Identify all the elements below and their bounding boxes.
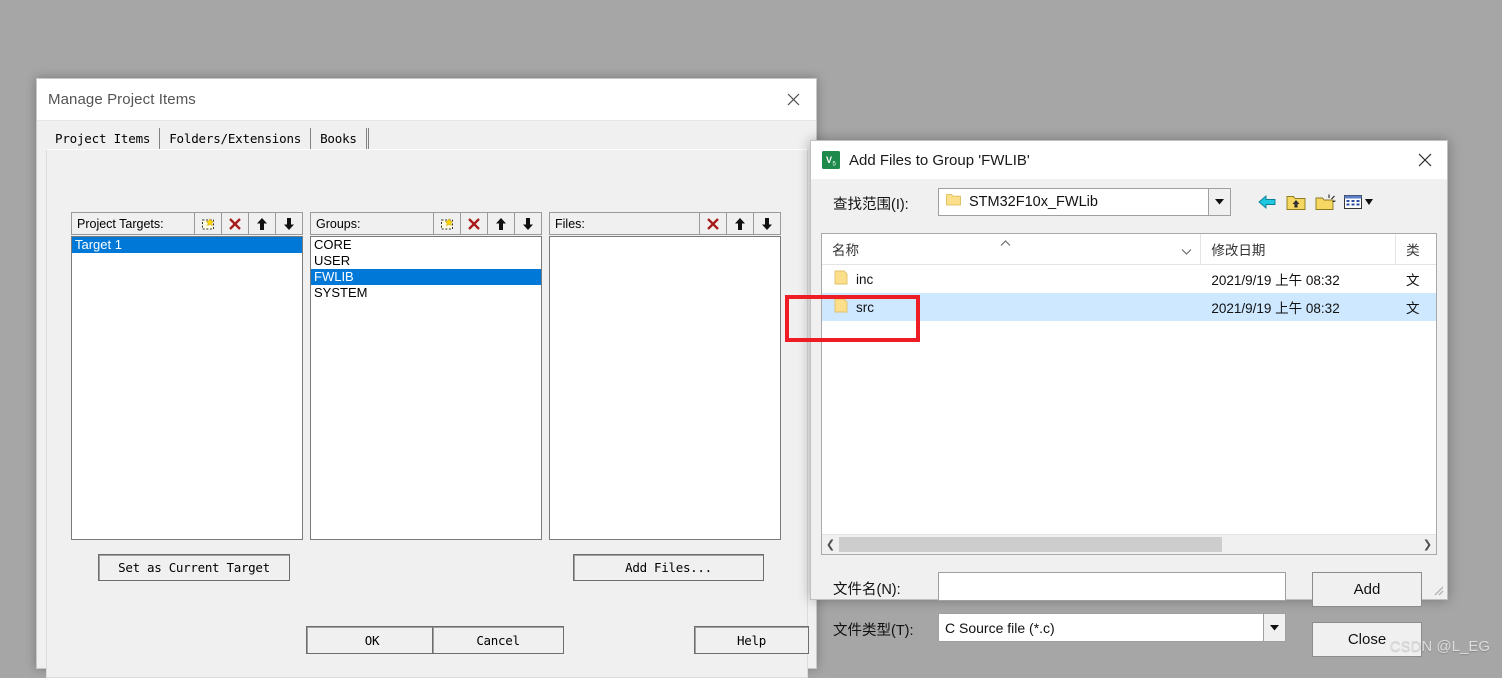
list-item[interactable]: CORE bbox=[311, 237, 541, 253]
resize-grip-icon[interactable] bbox=[1431, 583, 1444, 596]
file-name-label: 文件名(N): bbox=[833, 582, 901, 598]
delete-icon[interactable] bbox=[460, 213, 487, 234]
ok-button[interactable]: OK bbox=[306, 626, 438, 654]
set-as-current-target-button[interactable]: Set as Current Target bbox=[98, 554, 290, 581]
project-targets-column: Project Targets: Target 1 bbox=[71, 212, 303, 540]
add-files-dialog-title: Add Files to Group 'FWLIB' bbox=[849, 151, 1030, 169]
up-folder-icon[interactable] bbox=[1283, 189, 1309, 215]
new-item-icon[interactable] bbox=[194, 213, 221, 234]
add-files-button[interactable]: Add Files... bbox=[573, 554, 764, 581]
files-label: Files: bbox=[555, 216, 585, 231]
file-type-cell: 文 bbox=[1406, 273, 1420, 288]
chevron-down-icon[interactable] bbox=[1181, 243, 1192, 258]
project-targets-label: Project Targets: bbox=[77, 216, 164, 231]
svg-text:V: V bbox=[826, 155, 832, 165]
tab-bar: Project Items Folders/Extensions Books bbox=[46, 127, 369, 150]
new-item-icon[interactable] bbox=[433, 213, 460, 234]
dialog-button-bar: OK Cancel Help bbox=[37, 613, 816, 668]
file-type-value: C Source file (*.c) bbox=[945, 619, 1055, 636]
list-item[interactable]: Target 1 bbox=[72, 237, 302, 253]
chevron-right-icon[interactable]: ❯ bbox=[1419, 538, 1436, 551]
add-files-dialog: V 5 Add Files to Group 'FWLIB' 查找范围(I): … bbox=[810, 140, 1448, 657]
column-header-type[interactable]: 类 bbox=[1396, 234, 1436, 264]
column-header-modified-label: 修改日期 bbox=[1211, 243, 1266, 258]
view-mode-icon[interactable] bbox=[1342, 189, 1376, 215]
groups-column: Groups: CORE USER FWLIB SYSTEM bbox=[310, 212, 542, 540]
project-targets-listbox[interactable]: Target 1 bbox=[71, 236, 303, 540]
horizontal-scrollbar[interactable]: ❮ ❯ bbox=[822, 534, 1436, 554]
scrollbar-track[interactable] bbox=[839, 536, 1419, 553]
files-column: Files: bbox=[549, 212, 781, 540]
tab-endcap bbox=[367, 128, 369, 150]
look-in-row: 查找范围(I): STM32F10x_FWLib bbox=[811, 179, 1447, 227]
file-name-cell: inc bbox=[822, 270, 1201, 288]
move-up-icon[interactable] bbox=[248, 213, 275, 234]
files-header: Files: bbox=[549, 212, 781, 235]
keil-uvision-icon: V 5 bbox=[822, 151, 840, 169]
file-name-input[interactable] bbox=[938, 572, 1286, 601]
list-item[interactable]: FWLIB bbox=[311, 269, 541, 285]
groups-listbox[interactable]: CORE USER FWLIB SYSTEM bbox=[310, 236, 542, 540]
folder-icon bbox=[946, 193, 961, 211]
scrollbar-thumb[interactable] bbox=[839, 537, 1222, 552]
add-button[interactable]: Add bbox=[1312, 572, 1422, 607]
sort-ascending-icon bbox=[1000, 235, 1011, 250]
list-item[interactable]: USER bbox=[311, 253, 541, 269]
help-button[interactable]: Help bbox=[694, 626, 809, 654]
column-header-name-label: 名称 bbox=[832, 243, 859, 258]
project-items-panel: Project Targets: Target 1 Groups: CORE U… bbox=[46, 149, 808, 678]
tab-books[interactable]: Books bbox=[311, 128, 367, 150]
file-modified-cell: 2021/9/19 上午 08:32 bbox=[1211, 273, 1340, 288]
add-files-titlebar: V 5 Add Files to Group 'FWLIB' bbox=[811, 141, 1447, 179]
column-header-type-label: 类 bbox=[1406, 243, 1420, 258]
file-name-label: inc bbox=[856, 271, 874, 287]
project-targets-header: Project Targets: bbox=[71, 212, 303, 235]
folder-icon bbox=[834, 270, 848, 288]
delete-icon[interactable] bbox=[699, 213, 726, 234]
move-down-icon[interactable] bbox=[514, 213, 541, 234]
look-in-combobox[interactable]: STM32F10x_FWLib bbox=[938, 188, 1231, 216]
chevron-down-icon[interactable] bbox=[1263, 614, 1285, 641]
src-row-red-box bbox=[785, 295, 920, 342]
move-down-icon[interactable] bbox=[275, 213, 302, 234]
new-folder-icon[interactable] bbox=[1312, 189, 1338, 215]
look-in-value: STM32F10x_FWLib bbox=[969, 194, 1098, 210]
delete-icon[interactable] bbox=[221, 213, 248, 234]
close-icon[interactable] bbox=[1402, 141, 1447, 178]
column-header-modified[interactable]: 修改日期 bbox=[1201, 234, 1397, 264]
groups-label: Groups: bbox=[316, 216, 361, 231]
look-in-label: 查找范围(I): bbox=[833, 197, 909, 213]
list-item[interactable]: SYSTEM bbox=[311, 285, 541, 301]
file-modified-cell: 2021/9/19 上午 08:32 bbox=[1211, 301, 1340, 316]
cancel-button[interactable]: Cancel bbox=[432, 626, 564, 654]
close-icon[interactable] bbox=[771, 79, 816, 119]
table-row[interactable]: inc 2021/9/19 上午 08:32 文 bbox=[822, 265, 1436, 293]
column-header-name[interactable]: 名称 bbox=[822, 234, 1202, 264]
groups-header: Groups: bbox=[310, 212, 542, 235]
move-up-icon[interactable] bbox=[487, 213, 514, 234]
file-list-header: 名称 修改日期 类 bbox=[822, 234, 1436, 265]
file-list[interactable]: 名称 修改日期 类 inc 2021/9/19 上午 08:32 文 src 2… bbox=[821, 233, 1437, 555]
manage-dialog-titlebar: Manage Project Items bbox=[37, 79, 816, 121]
move-up-icon[interactable] bbox=[726, 213, 753, 234]
move-down-icon[interactable] bbox=[753, 213, 780, 234]
watermark: CSDN @L_EG bbox=[1389, 638, 1490, 655]
manage-project-items-dialog: Manage Project Items Project Items Folde… bbox=[36, 78, 817, 678]
chevron-down-icon[interactable] bbox=[1208, 189, 1230, 215]
tab-folders-extensions[interactable]: Folders/Extensions bbox=[160, 128, 312, 150]
manage-dialog-title: Manage Project Items bbox=[48, 91, 196, 108]
file-type-label: 文件类型(T): bbox=[833, 623, 914, 639]
file-type-cell: 文 bbox=[1406, 301, 1420, 316]
tab-project-items[interactable]: Project Items bbox=[46, 128, 161, 150]
file-type-combobox[interactable]: C Source file (*.c) bbox=[938, 613, 1286, 642]
chevron-left-icon[interactable]: ❮ bbox=[822, 538, 839, 551]
back-arrow-icon[interactable] bbox=[1254, 189, 1280, 215]
files-listbox[interactable] bbox=[549, 236, 781, 540]
